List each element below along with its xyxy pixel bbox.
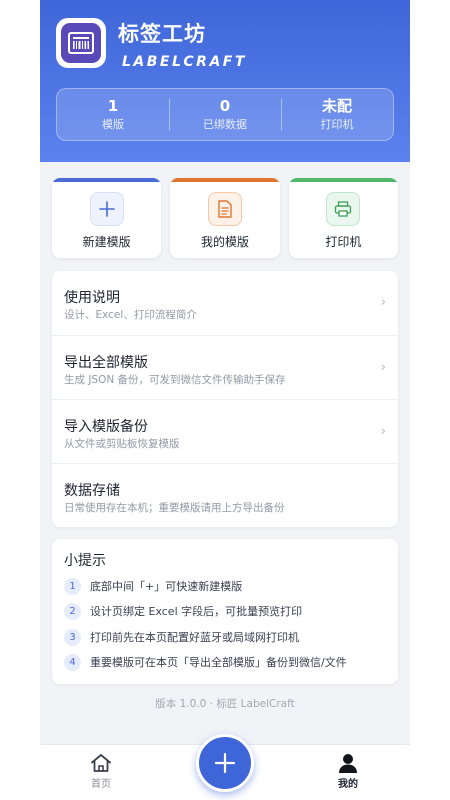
app-name: 标签工坊 [118,22,206,46]
menu-item-title: 导出全部模版 [64,355,148,371]
tip-number: 4 [64,653,81,671]
menu-item-desc: 生成 JSON 备份，可发到微信文件传输助手保存 [64,374,286,386]
tip-text: 底部中间「+」可快速新建模版 [90,580,243,593]
app-subtitle: LABELCRAFT [122,54,247,70]
home-icon [91,754,111,772]
menu-item-title: 导入模版备份 [64,419,148,435]
stat-label: 已绑数据 [203,118,247,131]
tip-text: 重要模版可在本页「导出全部模版」备份到微信/文件 [90,656,347,669]
menu-item-data-storage: 数据存储 日常使用存在本机；重要模版请用上方导出备份 [52,463,398,527]
menu-item-export-all[interactable]: 导出全部模版 生成 JSON 备份，可发到微信文件传输助手保存 › [52,335,398,399]
new-template-card[interactable]: 新建模版 [52,178,162,258]
tips-card: 小提示 1 底部中间「+」可快速新建模版 2 设计页绑定 Excel 字段后，可… [52,539,398,684]
printer-card[interactable]: 打印机 [288,178,398,258]
plus-icon [214,752,236,774]
printer-icon [326,192,361,226]
version-text: 版本 1.0.0 · 标匠 LabelCraft [155,698,295,710]
tip-text: 设计页绑定 Excel 字段后，可批量预览打印 [90,605,303,618]
quick-actions: 新建模版 我的模版 打印机 [52,178,398,258]
tip-item: 1 底部中间「+」可快速新建模版 [64,577,242,595]
tab-label: 我的 [338,779,358,790]
tab-home[interactable]: 首页 [71,753,131,790]
tab-mine[interactable]: 我的 [318,753,378,790]
tip-text: 打印前先在本页配置好蓝牙或局域网打印机 [90,631,299,644]
tab-label: 首页 [91,779,111,790]
app-screen: 标签工坊 LABELCRAFT 1 模版 0 已绑数据 未配 打印机 新建模版 [40,0,410,800]
menu-item-title: 使用说明 [64,290,120,306]
card-accent-bar [288,178,398,182]
chevron-right-icon: › [380,424,386,439]
my-templates-card[interactable]: 我的模版 [170,178,280,258]
card-label: 我的模版 [200,235,249,249]
card-label: 新建模版 [82,235,131,249]
card-accent-bar [52,178,162,182]
menu-item-desc: 日常使用存在本机；重要模版请用上方导出备份 [64,502,285,514]
tip-number: 3 [64,628,81,646]
tip-number: 1 [64,577,81,595]
plus-icon [89,192,124,226]
stat-label: 打印机 [320,118,354,131]
stat-label: 模版 [102,118,124,131]
menu-item-desc: 设计、Excel、打印流程简介 [64,309,197,321]
card-label: 打印机 [325,235,362,249]
stat-printer[interactable]: 未配 打印机 [281,89,393,140]
tips-title: 小提示 [64,553,106,569]
tip-item: 3 打印前先在本页配置好蓝牙或局域网打印机 [64,628,299,646]
profile-header: 标签工坊 LABELCRAFT 1 模版 0 已绑数据 未配 打印机 [40,0,410,162]
chevron-right-icon: › [380,360,386,375]
menu-item-desc: 从文件或剪贴板恢复模版 [64,438,180,450]
document-icon [207,192,242,226]
stat-templates[interactable]: 1 模版 [57,89,169,140]
app-logo [56,18,106,68]
stat-value: 0 [219,97,231,115]
chevron-right-icon: › [380,295,386,310]
card-accent-bar [170,178,280,182]
tip-item: 4 重要模版可在本页「导出全部模版」备份到微信/文件 [64,653,347,671]
menu-item-usage-guide[interactable]: 使用说明 设计、Excel、打印流程简介 › [52,271,398,335]
barcode-label-icon [61,23,101,63]
menu-item-title: 数据存储 [64,483,120,499]
stats-panel: 1 模版 0 已绑数据 未配 打印机 [56,88,394,141]
create-template-fab[interactable] [196,734,254,792]
menu-item-import-backup[interactable]: 导入模版备份 从文件或剪贴板恢复模版 › [52,399,398,463]
tip-item: 2 设计页绑定 Excel 字段后，可批量预览打印 [64,602,302,620]
stat-value: 未配 [321,97,352,115]
stat-value: 1 [107,97,119,115]
stat-bound-data[interactable]: 0 已绑数据 [169,89,281,140]
settings-menu: 使用说明 设计、Excel、打印流程简介 › 导出全部模版 生成 JSON 备份… [52,271,398,527]
user-icon [339,754,357,773]
tip-number: 2 [64,602,81,620]
